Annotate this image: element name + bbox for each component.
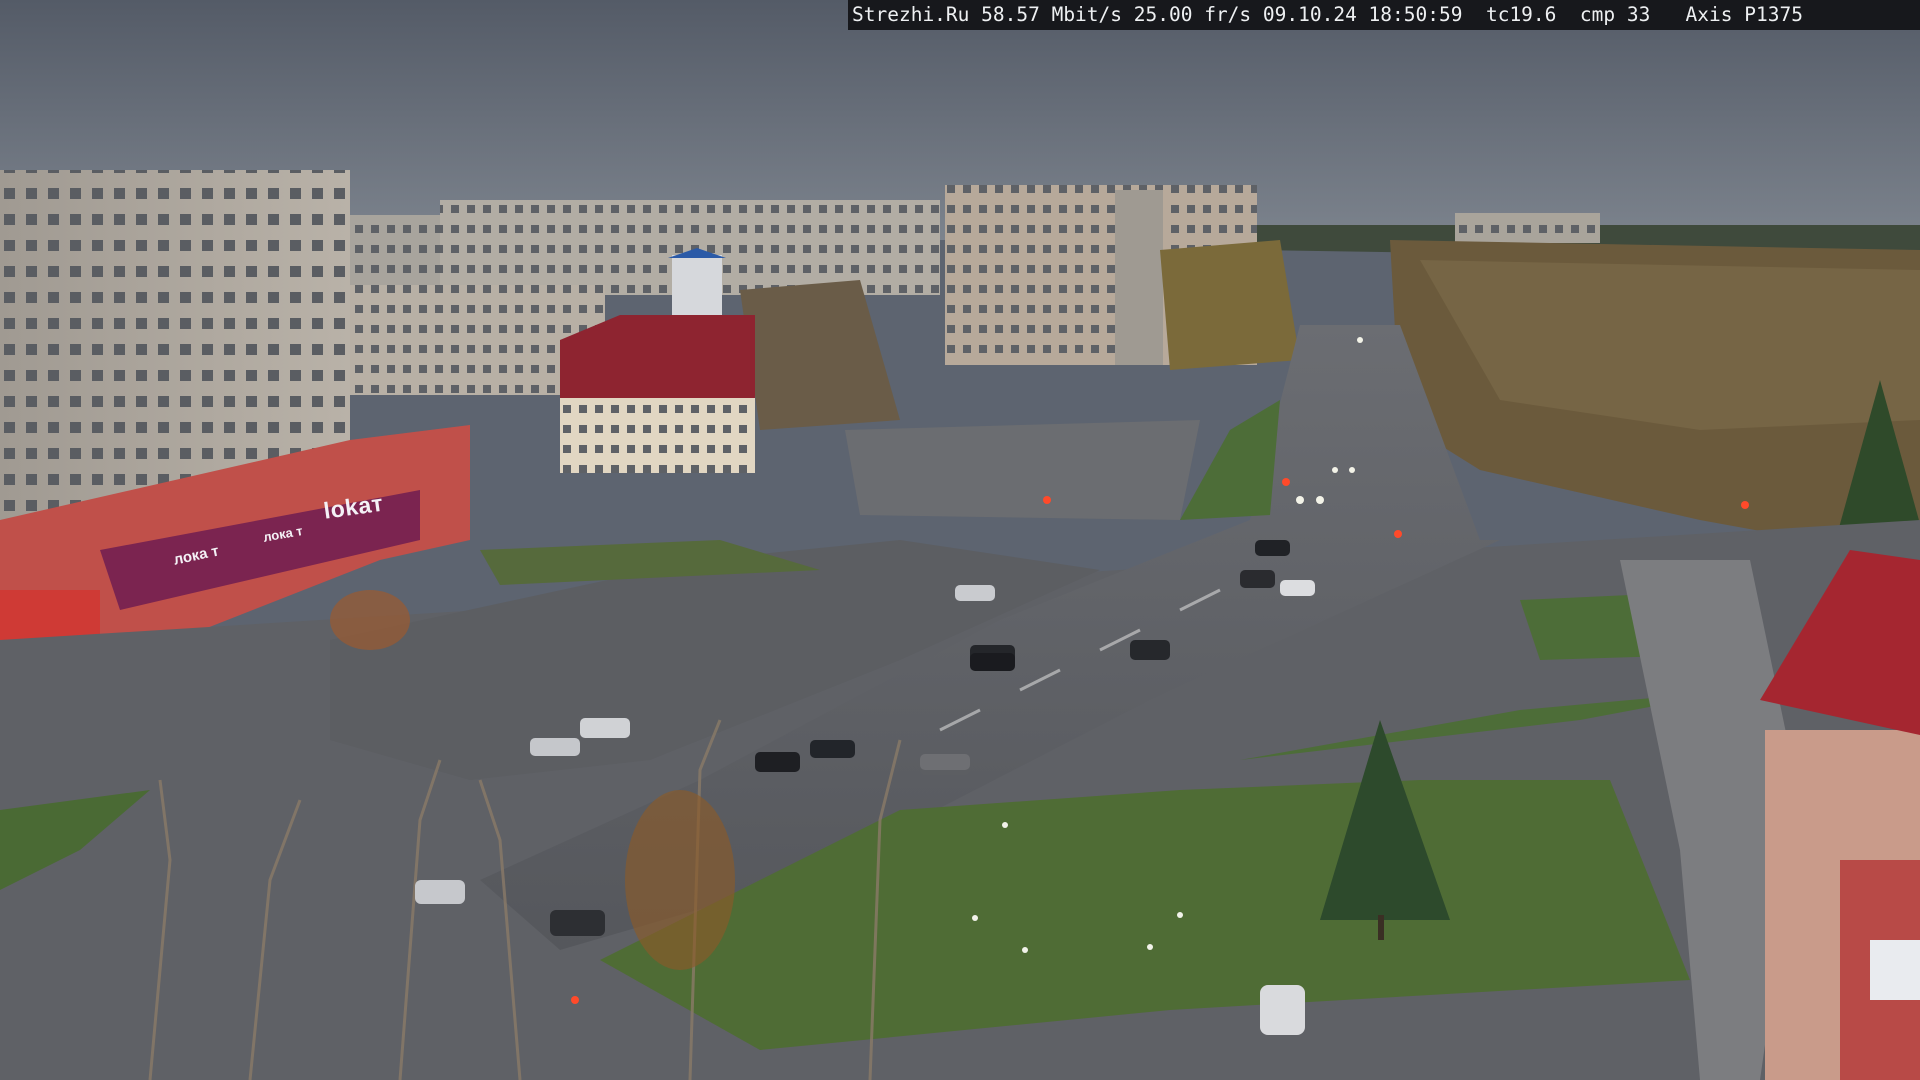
trees-center bbox=[740, 280, 900, 430]
camera-info-overlay: Strezhi.Ru 58.57 Mbit/s 25.00 fr/s 09.10… bbox=[848, 0, 1920, 30]
lawn-median bbox=[1180, 400, 1280, 520]
webcam-frame: Strezhi.Ru 58.57 Mbit/s 25.00 fr/s 09.10… bbox=[0, 0, 1920, 1080]
blue-roof-tower bbox=[672, 255, 722, 315]
plaza bbox=[845, 420, 1200, 520]
